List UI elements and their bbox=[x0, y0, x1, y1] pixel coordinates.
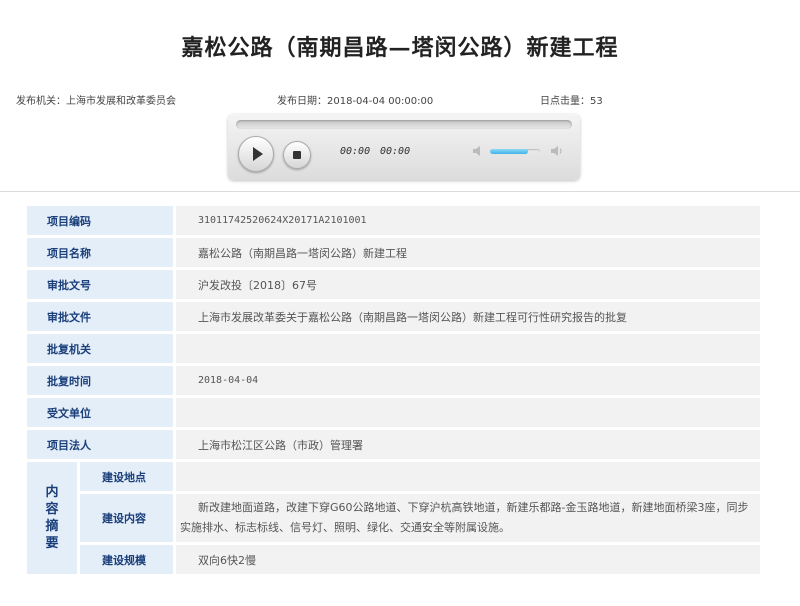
info-label: 项目编码 bbox=[27, 206, 173, 235]
info-label: 项目名称 bbox=[27, 238, 173, 267]
info-value: 上海市松江区公路（市政）管理署 bbox=[173, 430, 760, 459]
info-value: 上海市发展改革委关于嘉松公路（南期昌路一塔闵公路）新建工程可行性研究报告的批复 bbox=[173, 302, 760, 331]
summary-section-char: 摘 bbox=[45, 519, 59, 534]
info-label: 批复时间 bbox=[27, 366, 173, 395]
project-info-table: 项目编码 31011742520624X20171A2101001 项目名称 嘉松公路… bbox=[27, 203, 760, 577]
divider bbox=[0, 191, 800, 192]
date-label: 发布日期： bbox=[277, 96, 327, 107]
info-row-approval-number: 审批文号 沪发改投〔2018〕67号 bbox=[27, 270, 760, 299]
audio-player: 00:00 00:00 bbox=[228, 114, 580, 180]
info-label: 受文单位 bbox=[27, 398, 173, 427]
info-value: 沪发改投〔2018〕67号 bbox=[173, 270, 760, 299]
stop-button[interactable] bbox=[283, 141, 311, 169]
summary-label: 建设规模 bbox=[77, 545, 173, 574]
info-row-project-legal-entity: 项目法人 上海市松江区公路（市政）管理署 bbox=[27, 430, 760, 459]
date-value: 2018-04-04 00:00:00 bbox=[327, 96, 434, 107]
play-button[interactable] bbox=[238, 136, 274, 172]
info-value bbox=[173, 334, 760, 363]
info-row-approval-authority: 批复机关 bbox=[27, 334, 760, 363]
volume-mute-icon[interactable] bbox=[472, 145, 486, 157]
volume-max-icon[interactable] bbox=[550, 145, 564, 157]
summary-section-char: 要 bbox=[45, 536, 59, 551]
summary-row-construction-scale: 建设规模 双向6快2慢 bbox=[27, 545, 760, 574]
summary-value: 新改建地面道路，改建下穿G60公路地道、下穿沪杭高铁地道，新建乐都路-金玉路地道… bbox=[173, 494, 760, 542]
issuer-value: 上海市发展和改革委员会 bbox=[66, 96, 176, 107]
info-value: 嘉松公路（南期昌路一塔闵公路）新建工程 bbox=[173, 238, 760, 267]
info-value bbox=[173, 398, 760, 427]
info-label: 审批文件 bbox=[27, 302, 173, 331]
issuer-label: 发布机关： bbox=[16, 96, 66, 107]
info-row-project-code: 项目编码 31011742520624X20171A2101001 bbox=[27, 206, 760, 235]
issuer: 发布机关：上海市发展和改革委员会 bbox=[16, 92, 176, 107]
info-row-recipient-unit: 受文单位 bbox=[27, 398, 760, 427]
volume-fill bbox=[490, 149, 528, 154]
info-row-project-name: 项目名称 嘉松公路（南期昌路一塔闵公路）新建工程 bbox=[27, 238, 760, 267]
play-icon bbox=[252, 147, 263, 161]
summary-section-label: 内容摘要 bbox=[27, 462, 77, 574]
info-label: 项目法人 bbox=[27, 430, 173, 459]
progress-bar[interactable] bbox=[236, 120, 572, 129]
click-count: 日点击量：53 bbox=[540, 92, 603, 107]
info-label: 批复机关 bbox=[27, 334, 173, 363]
summary-row-construction-site: 内容摘要建设地点 bbox=[27, 462, 760, 574]
meta-bar: 发布机关：上海市发展和改革委员会 发布日期：2018-04-04 00:00:0… bbox=[0, 92, 800, 107]
current-time: 00:00 bbox=[340, 146, 371, 157]
duration: 00:00 bbox=[380, 146, 411, 157]
summary-section-char: 容 bbox=[45, 502, 59, 517]
volume-slider[interactable] bbox=[490, 149, 540, 154]
clicks-label: 日点击量： bbox=[540, 96, 590, 107]
summary-value: 双向6快2慢 bbox=[173, 545, 760, 574]
summary-value bbox=[173, 462, 760, 491]
publish-date: 发布日期：2018-04-04 00:00:00 bbox=[277, 92, 433, 107]
summary-label: 建设地点 bbox=[77, 462, 173, 491]
summary-row-construction-content: 建设内容 新改建地面道路，改建下穿G60公路地道、下穿沪杭高铁地道，新建乐都路-金… bbox=[27, 494, 760, 542]
clicks-value: 53 bbox=[590, 96, 603, 107]
summary-label: 建设内容 bbox=[77, 494, 173, 542]
info-row-approval-document: 审批文件 上海市发展改革委关于嘉松公路（南期昌路一塔闵公路）新建工程可行性研究报告… bbox=[27, 302, 760, 331]
info-row-approval-date: 批复时间 2018-04-04 bbox=[27, 366, 760, 395]
info-label: 审批文号 bbox=[27, 270, 173, 299]
page-title: 嘉松公路（南期昌路—塔闵公路）新建工程 bbox=[181, 35, 619, 61]
stop-icon bbox=[293, 151, 301, 159]
info-value: 31011742520624X20171A2101001 bbox=[173, 206, 760, 235]
summary-section-char: 内 bbox=[45, 485, 59, 500]
info-value: 2018-04-04 bbox=[173, 366, 760, 395]
